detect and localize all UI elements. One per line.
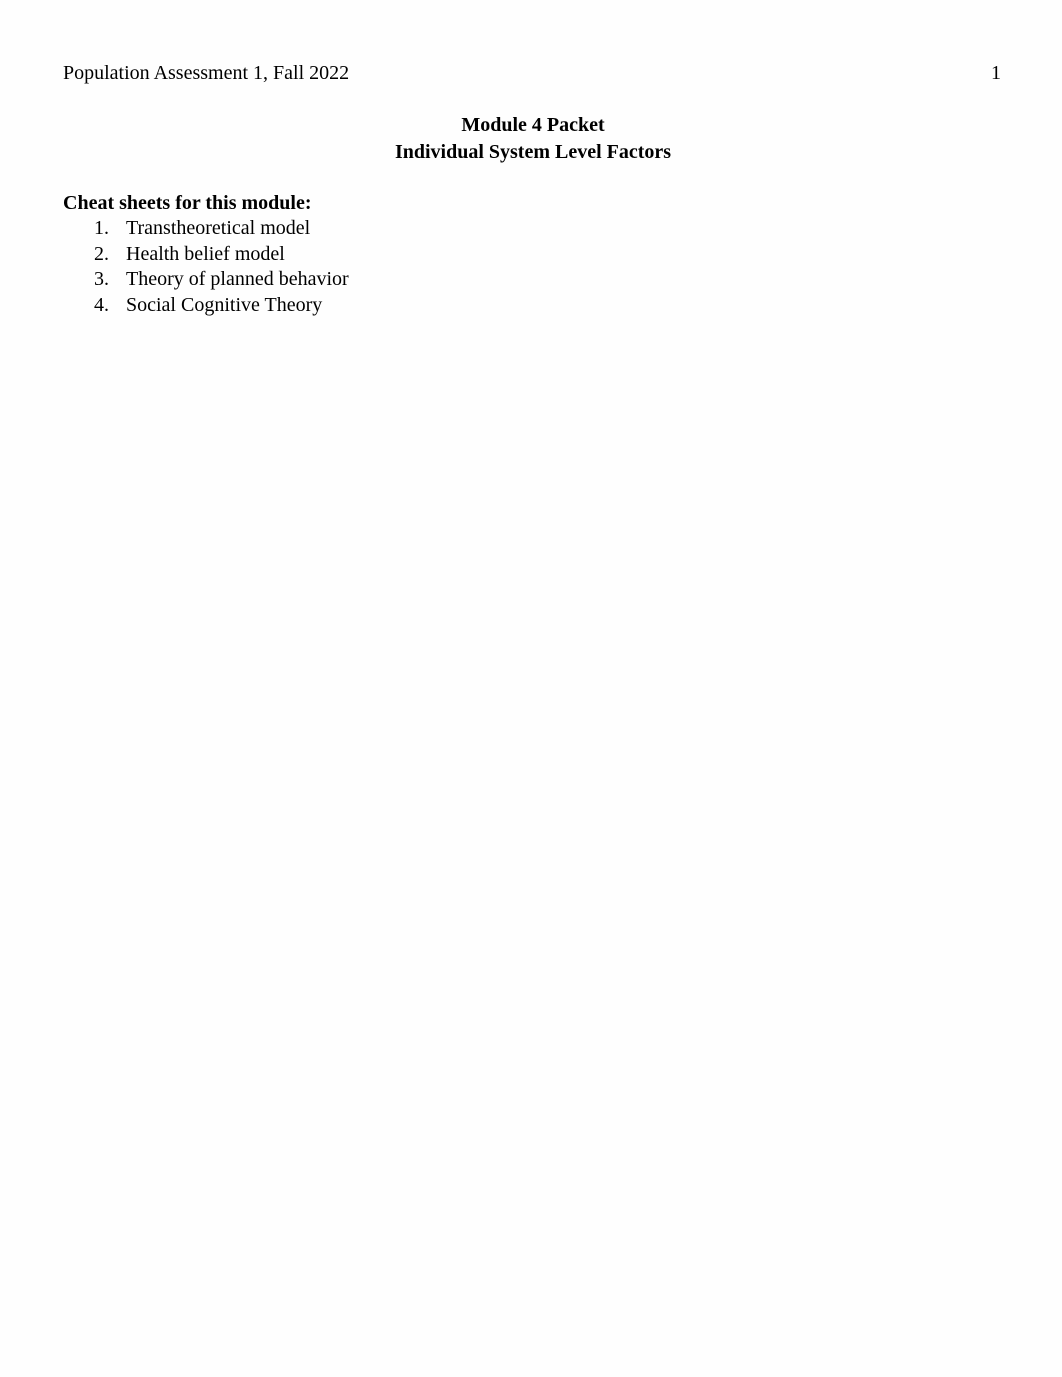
- cheat-sheets-heading: Cheat sheets for this module:: [63, 192, 312, 214]
- page-number: 1: [991, 62, 1001, 84]
- cheat-sheets-list: 1. Transtheoretical model 2. Health beli…: [94, 216, 349, 318]
- list-item-label: Social Cognitive Theory: [126, 293, 323, 316]
- list-item: 4. Social Cognitive Theory: [94, 293, 349, 319]
- list-item: 3. Theory of planned behavior: [94, 267, 349, 293]
- list-item-number: 3.: [94, 268, 109, 291]
- list-item-label: Theory of planned behavior: [126, 268, 349, 291]
- list-item-number: 2.: [94, 242, 109, 265]
- document-title: Module 4 Packet Individual System Level …: [0, 112, 1062, 165]
- list-item-label: Transtheoretical model: [126, 217, 311, 239]
- list-item-label: Health belief model: [126, 242, 285, 265]
- running-head: Population Assessment 1, Fall 2022: [63, 62, 350, 84]
- list-item: 1. Transtheoretical model: [94, 216, 349, 242]
- title-line-module: Module 4 Packet: [461, 114, 605, 136]
- list-item-number: 1.: [94, 217, 109, 239]
- list-item: 2. Health belief model: [94, 242, 349, 268]
- title-line-subtitle: Individual System Level Factors: [394, 140, 672, 163]
- document-page: Population Assessment 1, Fall 2022 1 Mod…: [0, 0, 1062, 1377]
- list-item-number: 4.: [94, 293, 109, 316]
